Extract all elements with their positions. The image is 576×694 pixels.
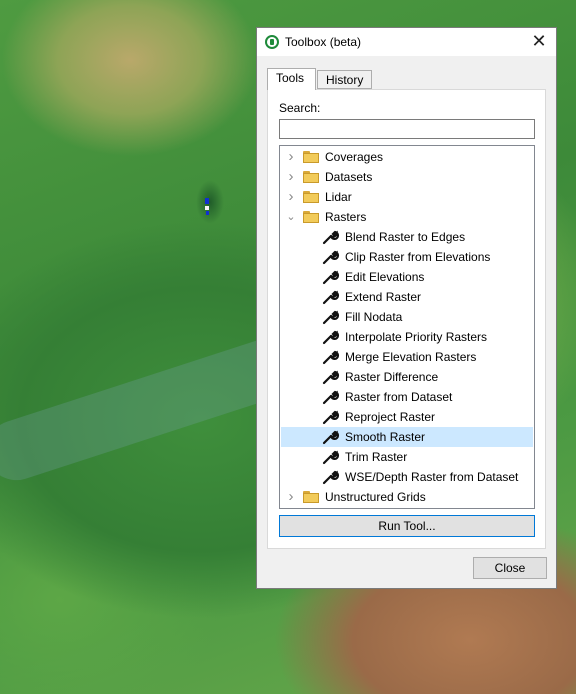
- tree-item-label: Interpolate Priority Rasters: [345, 330, 488, 344]
- tree-item-label: Lidar: [325, 190, 352, 204]
- title-bar: Toolbox (beta) ✕: [257, 28, 556, 56]
- wrench-icon: [322, 229, 340, 245]
- wrench-icon: [322, 249, 340, 265]
- search-label: Search:: [279, 101, 321, 115]
- close-icon[interactable]: ✕: [528, 30, 550, 52]
- tree-tool-clip-raster-from-elevations[interactable]: Clip Raster from Elevations: [281, 247, 533, 267]
- tree-item-label: Reproject Raster: [345, 410, 436, 424]
- tree-tool-wse-depth-raster-from-dataset[interactable]: WSE/Depth Raster from Dataset: [281, 467, 533, 487]
- tree-folder-datasets[interactable]: › Datasets: [281, 167, 533, 187]
- search-input[interactable]: [279, 119, 535, 139]
- tree-item-label: Blend Raster to Edges: [345, 230, 466, 244]
- tool-tree[interactable]: › Coverages › Datasets › Lidar ⌄ Rasters Blend R…: [279, 145, 535, 509]
- wrench-icon: [322, 449, 340, 465]
- wrench-icon: [322, 309, 340, 325]
- tree-item-label: Trim Raster: [345, 450, 408, 464]
- wrench-icon: [322, 369, 340, 385]
- wrench-icon: [322, 389, 340, 405]
- tab-tools[interactable]: Tools: [267, 68, 316, 90]
- chevron-right-icon[interactable]: ›: [285, 167, 297, 187]
- wrench-icon: [322, 409, 340, 425]
- tree-tool-merge-elevation-rasters[interactable]: Merge Elevation Rasters: [281, 347, 533, 367]
- tree-item-label: Extend Raster: [345, 290, 422, 304]
- tree-item-label: Unstructured Grids: [325, 490, 426, 504]
- tree-folder-lidar[interactable]: › Lidar: [281, 187, 533, 207]
- wrench-icon: [322, 289, 340, 305]
- tree-tool-trim-raster[interactable]: Trim Raster: [281, 447, 533, 467]
- tree-item-label: Raster from Dataset: [345, 390, 453, 404]
- wrench-icon: [322, 349, 340, 365]
- tree-item-label: Datasets: [325, 170, 373, 184]
- chevron-right-icon[interactable]: ›: [285, 147, 297, 167]
- tree-item-label: Edit Elevations: [345, 270, 425, 284]
- tree-tool-interpolate-priority-rasters[interactable]: Interpolate Priority Rasters: [281, 327, 533, 347]
- tree-tool-raster-from-dataset[interactable]: Raster from Dataset: [281, 387, 533, 407]
- tree-tool-fill-nodata[interactable]: Fill Nodata: [281, 307, 533, 327]
- folder-icon: [303, 491, 319, 503]
- close-button[interactable]: Close: [473, 557, 547, 579]
- tree-item-label: Clip Raster from Elevations: [345, 250, 491, 264]
- tree-item-label: Rasters: [325, 210, 367, 224]
- tree-item-label: WSE/Depth Raster from Dataset: [345, 470, 519, 484]
- tools-panel: Search: › Coverages › Datasets › Lidar ⌄ Raster…: [267, 89, 546, 549]
- folder-icon: [303, 211, 319, 223]
- map-marker: [196, 180, 224, 224]
- tree-item-label: Raster Difference: [345, 370, 439, 384]
- wrench-icon: [322, 269, 340, 285]
- tree-folder-unstructured-grids[interactable]: › Unstructured Grids: [281, 487, 533, 507]
- tree-folder-coverages[interactable]: › Coverages: [281, 147, 533, 167]
- tree-tool-blend-raster-to-edges[interactable]: Blend Raster to Edges: [281, 227, 533, 247]
- tree-tool-smooth-raster[interactable]: Smooth Raster: [281, 427, 533, 447]
- folder-icon: [303, 151, 319, 163]
- toolbox-app-icon: [265, 35, 279, 49]
- chevron-right-icon[interactable]: ›: [285, 487, 297, 507]
- run-tool-button[interactable]: Run Tool...: [279, 515, 535, 537]
- tree-item-label: Merge Elevation Rasters: [345, 350, 477, 364]
- tree-item-label: Smooth Raster: [345, 430, 426, 444]
- window-title: Toolbox (beta): [285, 35, 362, 49]
- tree-folder-rasters[interactable]: ⌄ Rasters: [281, 207, 533, 227]
- tree-tool-reproject-raster[interactable]: Reproject Raster: [281, 407, 533, 427]
- chevron-right-icon[interactable]: ›: [285, 187, 297, 207]
- wrench-icon: [322, 329, 340, 345]
- tab-history[interactable]: History: [317, 70, 372, 89]
- tree-item-label: Fill Nodata: [345, 310, 403, 324]
- toolbox-dialog: Toolbox (beta) ✕ Tools History Search: ›…: [256, 27, 557, 589]
- wrench-icon: [322, 429, 340, 445]
- tree-tool-edit-elevations[interactable]: Edit Elevations: [281, 267, 533, 287]
- tree-tool-raster-difference[interactable]: Raster Difference: [281, 367, 533, 387]
- tree-tool-extend-raster[interactable]: Extend Raster: [281, 287, 533, 307]
- folder-icon: [303, 191, 319, 203]
- wrench-icon: [322, 469, 340, 485]
- chevron-down-icon[interactable]: ⌄: [285, 207, 297, 227]
- folder-icon: [303, 171, 319, 183]
- tree-item-label: Coverages: [325, 150, 384, 164]
